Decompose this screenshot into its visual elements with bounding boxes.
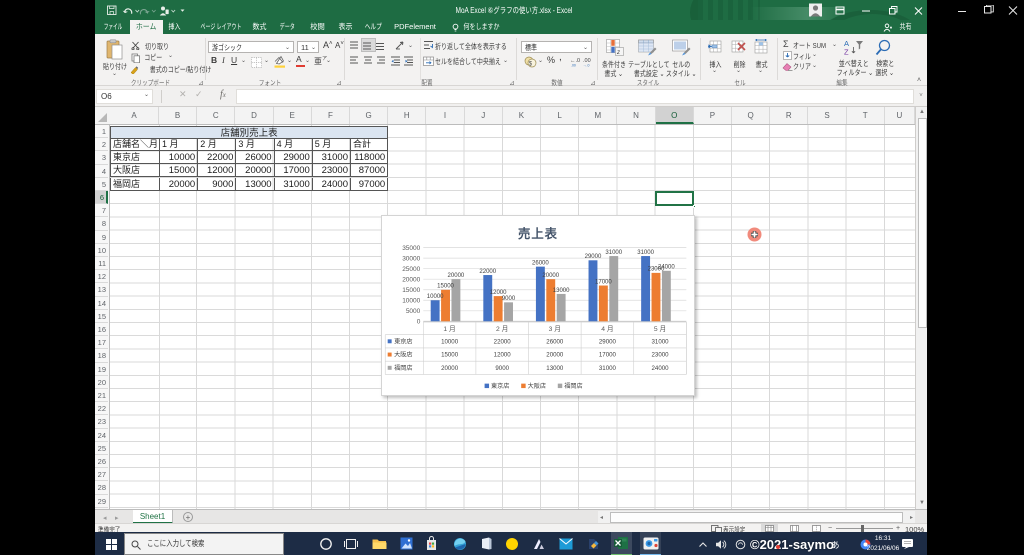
svg-text:26000: 26000 — [546, 338, 564, 345]
svg-text:15000: 15000 — [402, 287, 420, 294]
svg-text:13000: 13000 — [553, 288, 570, 294]
svg-text:24000: 24000 — [652, 365, 670, 372]
svg-text:22000: 22000 — [494, 338, 512, 345]
svg-text:23000: 23000 — [652, 352, 670, 359]
svg-text:20000: 20000 — [546, 352, 564, 359]
svg-text:3 月: 3 月 — [549, 325, 561, 333]
svg-text:15000: 15000 — [441, 352, 459, 359]
svg-text:20000: 20000 — [402, 276, 420, 283]
svg-text:17000: 17000 — [595, 279, 612, 285]
svg-text:東京店: 東京店 — [394, 337, 412, 345]
svg-text:15000: 15000 — [437, 284, 454, 290]
svg-text:9000: 9000 — [495, 365, 509, 372]
svg-text:13000: 13000 — [546, 365, 564, 372]
svg-text:福岡店: 福岡店 — [564, 382, 582, 390]
svg-text:12000: 12000 — [490, 290, 507, 296]
svg-text:22000: 22000 — [479, 269, 496, 275]
svg-text:30000: 30000 — [402, 255, 420, 262]
svg-text:12000: 12000 — [494, 352, 512, 359]
svg-text:5000: 5000 — [406, 308, 421, 315]
svg-text:Z: Z — [844, 47, 849, 56]
svg-text:29000: 29000 — [585, 254, 602, 260]
svg-text:売上表: 売上表 — [518, 226, 558, 241]
svg-text:24000: 24000 — [658, 265, 675, 271]
svg-text:31000: 31000 — [652, 338, 670, 345]
svg-text:20000: 20000 — [441, 365, 459, 372]
svg-text:z: z — [616, 49, 620, 55]
svg-text:2 月: 2 月 — [496, 325, 508, 333]
svg-text:5 月: 5 月 — [654, 325, 666, 333]
svg-text:1 月: 1 月 — [443, 325, 455, 333]
svg-text:大阪店: 大阪店 — [394, 351, 412, 359]
svg-text:35000: 35000 — [402, 245, 420, 252]
svg-text:10000: 10000 — [441, 338, 459, 345]
svg-text:10000: 10000 — [402, 298, 420, 305]
svg-text:17000: 17000 — [599, 352, 617, 359]
svg-text:25000: 25000 — [402, 266, 420, 273]
svg-text:東京店: 東京店 — [491, 382, 509, 390]
svg-text:.00: .00 — [571, 63, 576, 67]
svg-text:20000: 20000 — [448, 273, 465, 279]
svg-text:→.0: →.0 — [583, 63, 589, 67]
svg-text:31000: 31000 — [599, 365, 617, 372]
svg-text:29000: 29000 — [599, 338, 617, 345]
svg-text:9000: 9000 — [502, 296, 516, 302]
svg-text:20000: 20000 — [542, 273, 559, 279]
svg-text:大阪店: 大阪店 — [528, 382, 546, 390]
svg-text:福岡店: 福岡店 — [394, 364, 412, 372]
svg-text:26000: 26000 — [532, 260, 549, 266]
svg-text:4 月: 4 月 — [601, 325, 613, 333]
svg-text:0: 0 — [417, 319, 421, 326]
svg-text:10000: 10000 — [427, 294, 444, 300]
svg-text:31000: 31000 — [637, 250, 654, 256]
svg-text:31000: 31000 — [605, 250, 622, 256]
